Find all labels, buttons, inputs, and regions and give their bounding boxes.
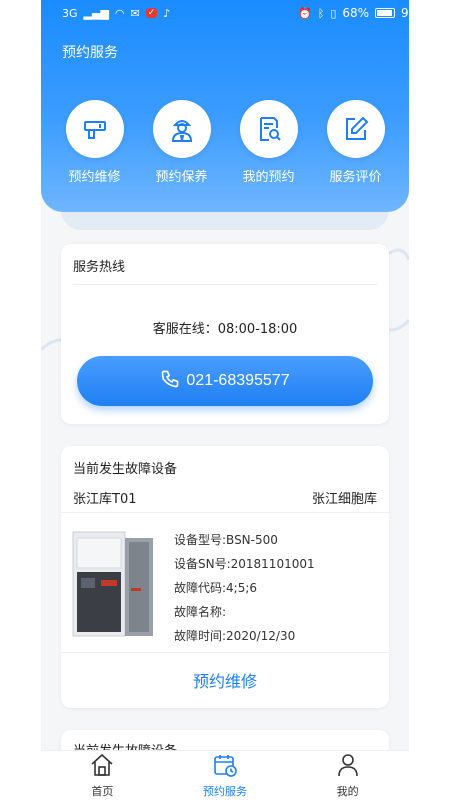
bluetooth-icon: ᛒ	[317, 6, 325, 20]
quick-action-label: 我的预约	[242, 170, 295, 185]
fault-name: 故障名称:	[174, 605, 227, 619]
drill-icon	[65, 100, 124, 158]
quick-action-label: 服务评价	[329, 170, 382, 185]
call-hotline-button[interactable]: 021-68395577	[77, 356, 373, 406]
app-notification-icon: ✓	[145, 8, 158, 18]
quick-action-maintenance[interactable]: 预约保养	[142, 100, 222, 185]
fault-device-card: 当前发生故障设备 张江库T01 张江细胞库 设备型号:BSN-500 设备SN号…	[61, 446, 389, 708]
nav-label: 我的	[336, 785, 359, 798]
clock: 9:46	[401, 6, 428, 20]
header: 预约服务 预约维修 预约保养 我的预约 服务评价	[41, 0, 409, 212]
status-left: 3G ▂▄▆ ◠ ✉ ✓ ♪	[62, 8, 170, 19]
divider	[61, 512, 389, 513]
fault-time: 故障时间:2020/12/30	[174, 629, 296, 643]
book-repair-link[interactable]: 预约维修	[61, 668, 389, 692]
battery-icon	[375, 8, 396, 18]
phone-icon	[160, 369, 180, 394]
quick-action-repair[interactable]: 预约维修	[55, 100, 135, 185]
document-search-icon	[239, 100, 298, 158]
device-model: 设备型号:BSN-500	[174, 533, 278, 547]
network-label: 3G	[62, 6, 78, 20]
device-sn: 设备SN号:20181101001	[174, 557, 315, 571]
bell-icon: ♪	[163, 6, 171, 20]
user-icon	[335, 752, 361, 782]
fault-code: 故障代码:4;5;6	[174, 581, 258, 595]
fault-device-card-2: 当前发生故障设备	[61, 730, 389, 750]
quick-actions: 预约维修 预约保养 我的预约 服务评价	[41, 100, 409, 185]
divider	[73, 284, 377, 285]
divider	[61, 652, 389, 653]
fault-card-title: 当前发生故障设备	[73, 462, 178, 477]
nav-item-home[interactable]: 首页	[57, 752, 147, 799]
battery-percent: 68%	[342, 6, 370, 20]
wifi-icon: ◠	[114, 6, 125, 20]
quick-action-label: 预约保养	[155, 170, 208, 185]
status-right: ⏰ ᛒ ▯ 68% 9:46	[298, 6, 428, 20]
technician-icon	[152, 100, 211, 158]
vibrate-icon: ▯	[330, 6, 337, 20]
nav-label: 预约服务	[202, 785, 247, 798]
fault-card-title-2: 当前发生故障设备	[73, 740, 177, 750]
device-location: 张江库T01	[73, 492, 137, 507]
alarm-icon: ⏰	[298, 6, 312, 20]
device-image	[72, 531, 153, 637]
hotline-phone: 021-68395577	[186, 372, 290, 389]
nav-item-mine[interactable]: 我的	[303, 752, 393, 799]
device-warehouse: 张江细胞库	[311, 492, 377, 507]
edit-icon	[326, 100, 385, 158]
quick-action-service-review[interactable]: 服务评价	[316, 100, 396, 185]
bottom-nav: 首页 预约服务 我的	[41, 750, 409, 800]
device-info: 设备型号:BSN-500 设备SN号:20181101001 故障代码:4;5;…	[174, 528, 315, 648]
quick-action-label: 预约维修	[68, 170, 121, 185]
page-title: 预约服务	[62, 45, 118, 61]
nav-label: 首页	[91, 785, 114, 798]
hotline-card: 服务热线 客服在线：08:00-18:00 021-68395577	[61, 244, 389, 424]
signal-icon: ▂▄▆	[83, 6, 109, 20]
mail-icon: ✉	[130, 6, 140, 20]
service-hours: 客服在线：08:00-18:00	[152, 322, 298, 337]
nav-item-appointments[interactable]: 预约服务	[180, 752, 270, 799]
status-bar: 3G ▂▄▆ ◠ ✉ ✓ ♪ ⏰ ᛒ ▯ 68% 9:46	[0, 0, 450, 26]
calendar-icon	[212, 752, 238, 782]
app-screen: 预约服务 预约维修 预约保养 我的预约 服务评价 服务热线 客服在线：08:00…	[41, 0, 409, 750]
home-icon	[89, 752, 115, 782]
quick-action-my-appointments[interactable]: 我的预约	[229, 100, 309, 185]
hotline-title: 服务热线	[73, 260, 126, 275]
